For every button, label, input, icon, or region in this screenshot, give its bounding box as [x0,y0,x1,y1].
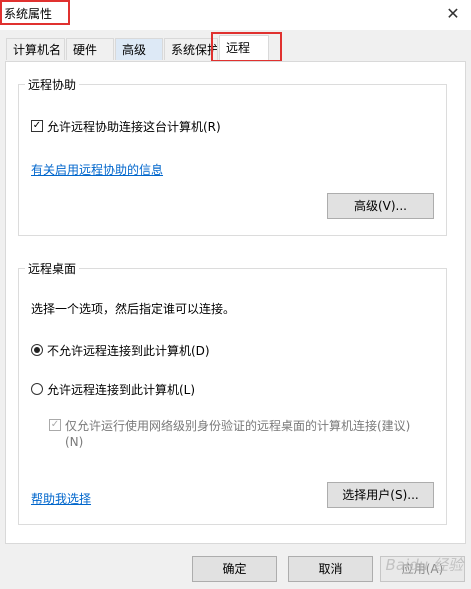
nla-only-checkbox[interactable]: ✓ [49,419,61,431]
tab-system-protection[interactable]: 系统保护 [164,38,218,60]
allow-remote-radio[interactable] [31,383,43,395]
allow-remote-assistance-label: 允许远程协助连接这台计算机(R) [47,120,221,134]
system-properties-window: 系统属性 ✕ 计算机名 硬件 高级 系统保护 远程 远程协助 ✓ 允许远程协助连… [0,0,471,589]
ok-button[interactable]: 确定 [192,556,277,582]
deny-remote-label: 不允许远程连接到此计算机(D) [47,344,210,358]
cancel-button[interactable]: 取消 [288,556,373,582]
tab-hardware[interactable]: 硬件 [66,38,114,60]
remote-assistance-group: 远程协助 ✓ 允许远程协助连接这台计算机(R) 有关启用远程协助的信息 高级(V… [18,76,447,236]
remote-assistance-title: 远程协助 [25,76,80,93]
nla-only-label: 仅允许运行使用网络级别身份验证的远程桌面的计算机连接(建议) [65,419,411,433]
title-highlight-box [0,0,70,25]
deny-remote-radio[interactable] [31,344,43,356]
allow-remote-label: 允许远程连接到此计算机(L) [47,383,196,397]
help-me-choose-link[interactable]: 帮助我选择 [31,490,91,507]
tab-advanced[interactable]: 高级 [115,38,163,60]
remote-desktop-instruction: 选择一个选项，然后指定谁可以连接。 [31,302,236,316]
select-users-button[interactable]: 选择用户(S)... [327,482,434,508]
tab-highlight-box [211,32,282,62]
close-icon[interactable]: ✕ [441,3,465,25]
remote-desktop-title: 远程桌面 [25,260,80,277]
title-bar: 系统属性 ✕ [0,0,471,30]
allow-remote-assistance-checkbox[interactable]: ✓ [31,120,43,132]
remote-desktop-group: 远程桌面 选择一个选项，然后指定谁可以连接。 不允许远程连接到此计算机(D) 允… [18,260,447,525]
watermark-logo: Baidu 经验 [385,556,463,574]
remote-tab-panel: 远程协助 ✓ 允许远程协助连接这台计算机(R) 有关启用远程协助的信息 高级(V… [5,61,466,544]
tab-computer-name[interactable]: 计算机名 [6,38,65,60]
remote-assistance-info-link[interactable]: 有关启用远程协助的信息 [31,161,163,178]
nla-only-label-shortcut: (N) [65,435,84,449]
advanced-button[interactable]: 高级(V)... [327,193,434,219]
